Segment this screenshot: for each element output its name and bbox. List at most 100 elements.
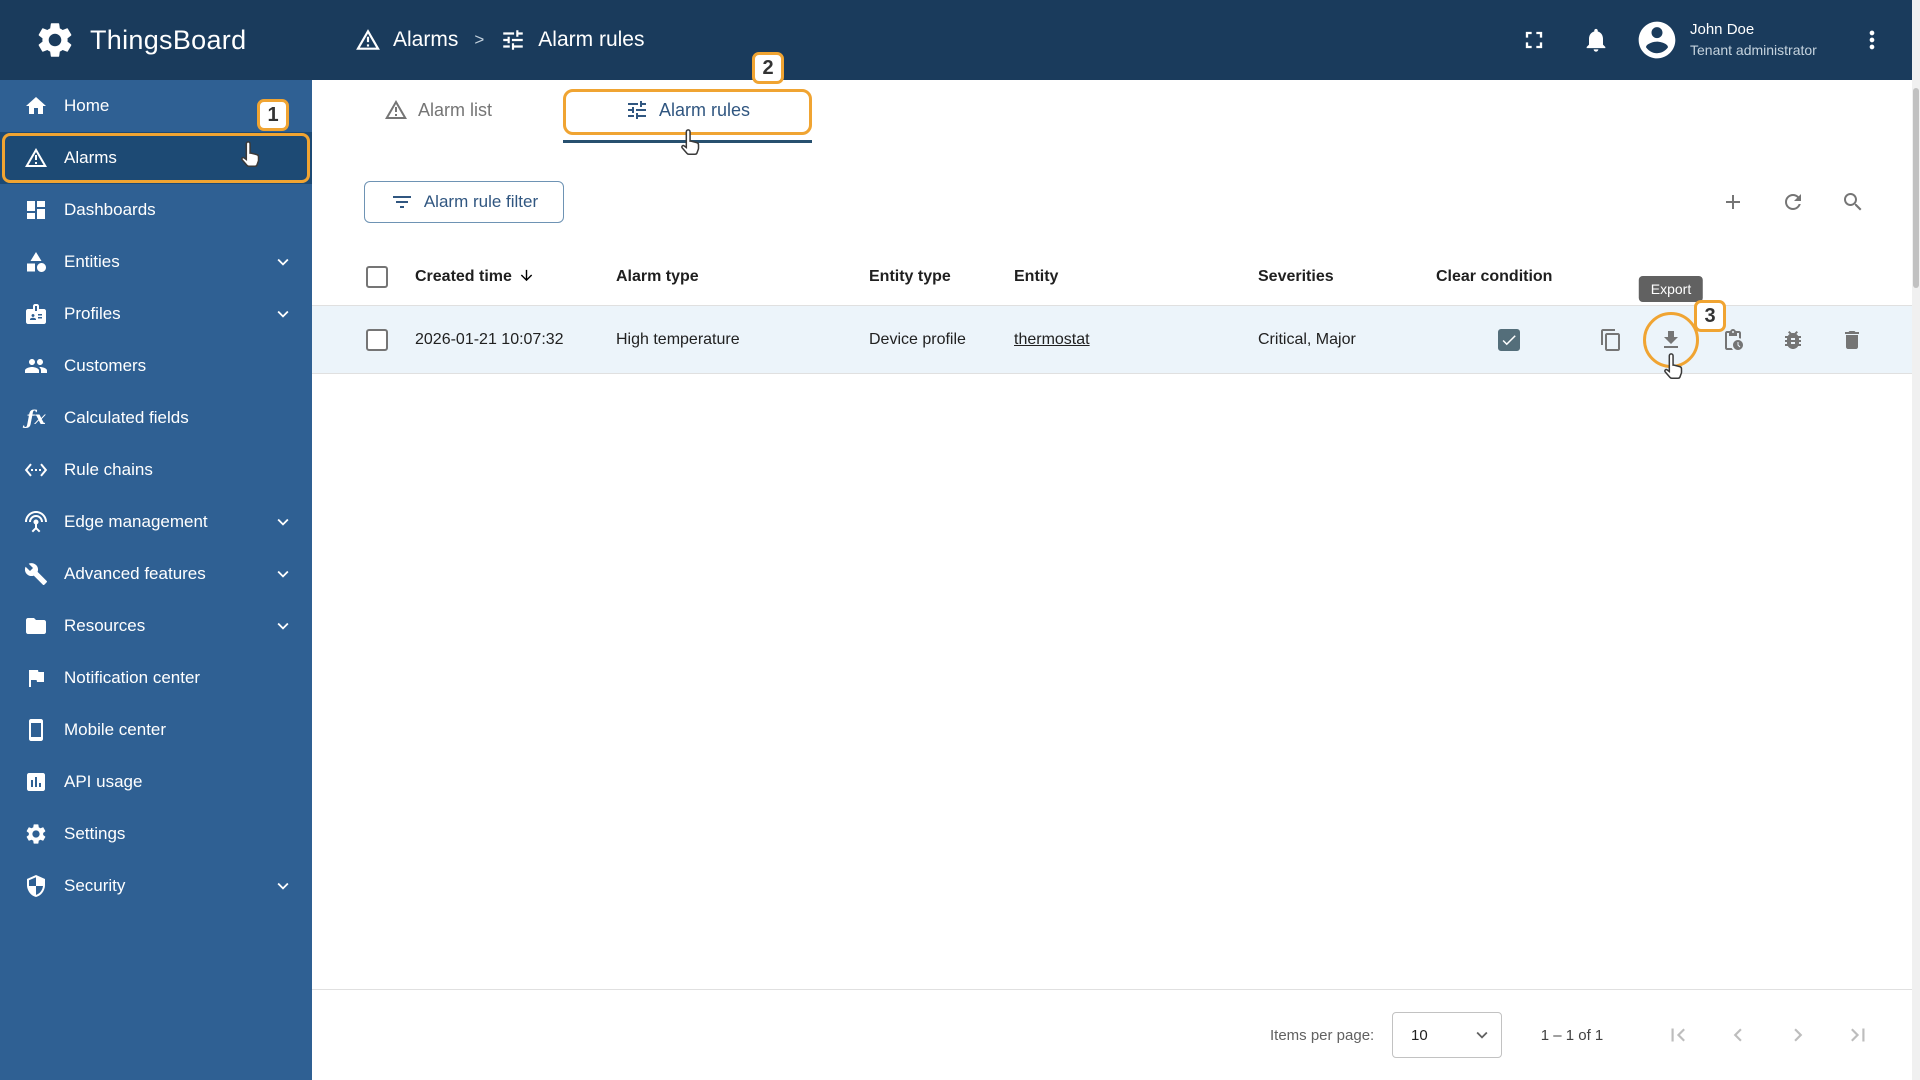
tab-alarm-list[interactable]: Alarm list [349,80,527,140]
fullscreen-button[interactable] [1520,26,1548,54]
sidebar-item-customers[interactable]: Customers [0,340,312,392]
avatar-icon [1635,18,1679,62]
breadcrumb-alarm-rules[interactable]: Alarm rules [538,28,644,52]
sidebar-item-label: Dashboards [64,200,156,219]
sort-descending-icon [518,267,535,284]
refresh-button[interactable] [1781,190,1805,214]
chevron-down-icon [272,251,294,273]
previous-page-button[interactable] [1725,1022,1751,1048]
alarm-schedule-button[interactable] [1721,328,1745,352]
annotation-step-1-badge: 1 [257,99,289,131]
sidebar-item-label: Rule chains [64,460,153,479]
user-name: John Doe [1690,21,1755,38]
items-per-page-value: 10 [1411,1026,1428,1044]
sidebar-item-notification-center[interactable]: Notification center [0,652,312,704]
smartphone-icon [24,718,48,742]
export-button[interactable] [1659,328,1683,352]
export-tooltip: Export [1638,276,1704,302]
cursor-pointer-icon [1659,352,1689,382]
sidebar-item-settings[interactable]: Settings [0,808,312,860]
column-alarm-type[interactable]: Alarm type [616,248,699,306]
chevron-down-icon [272,511,294,533]
column-entity-type[interactable]: Entity type [869,248,951,306]
sidebar-item-security[interactable]: Security [0,860,312,912]
thingsboard-logo-icon [34,19,76,61]
items-per-page-label: Items per page: [1270,1027,1375,1044]
sidebar-item-rule-chains[interactable]: Rule chains [0,444,312,496]
copy-button[interactable] [1599,328,1623,352]
items-per-page-select[interactable]: 10 [1392,1012,1502,1058]
sidebar-item-api-usage[interactable]: API usage [0,756,312,808]
user-role: Tenant administrator [1690,42,1817,58]
cell-severities: Critical, Major [1258,331,1356,348]
annotation-step-2-badge: 2 [752,52,784,84]
page-scrollbar[interactable] [1912,0,1920,1080]
rule-chains-icon [24,458,48,482]
tools-icon [24,562,48,586]
column-severities[interactable]: Severities [1258,248,1334,306]
sidebar-item-label: Alarms [64,148,117,167]
main-content: Alarm list Alarm rules Alarm rule filter [312,80,1912,1080]
fx-icon: ƒx [26,407,46,429]
debug-button[interactable] [1781,328,1805,352]
page-range-label: 1 – 1 of 1 [1540,1027,1604,1044]
plus-icon [1721,190,1745,214]
clear-condition-checkbox[interactable] [1498,329,1520,351]
column-created-time[interactable]: Created time [415,248,535,306]
customers-icon [24,354,48,378]
profiles-icon [24,302,48,326]
calendar-clock-icon [1721,328,1745,352]
warning-icon [24,146,48,170]
gear-icon [24,822,48,846]
column-clear-condition[interactable]: Clear condition [1436,248,1552,306]
first-page-button[interactable] [1665,1022,1691,1048]
sidebar-item-calculated-fields[interactable]: ƒx Calculated fields [0,392,312,444]
sidebar-item-dashboards[interactable]: Dashboards [0,184,312,236]
notifications-button[interactable] [1582,26,1610,54]
copy-icon [1599,328,1623,352]
sidebar-item-label: Mobile center [64,720,167,739]
cell-alarm-type: High temperature [616,331,740,348]
next-page-button[interactable] [1785,1022,1811,1048]
paginator: Items per page: 10 1 – 1 of 1 [312,989,1912,1080]
sidebar-item-edge-management[interactable]: Edge management [0,496,312,548]
last-page-icon [1845,1022,1871,1048]
flag-icon [24,666,48,690]
row-checkbox[interactable] [366,329,388,351]
sidebar-item-label: Security [64,876,126,895]
user-avatar[interactable] [1635,18,1679,62]
last-page-button[interactable] [1845,1022,1871,1048]
search-button[interactable] [1841,190,1865,214]
cursor-pointer-icon [676,128,706,158]
entity-link[interactable]: thermostat [1014,306,1090,374]
sidebar-item-profiles[interactable]: Profiles [0,288,312,340]
breadcrumb-alarms[interactable]: Alarms [393,28,458,52]
tune-icon [625,98,649,122]
sidebar-item-entities[interactable]: Entities [0,236,312,288]
first-page-icon [1665,1022,1691,1048]
user-info: John Doe Tenant administrator [1690,19,1817,61]
delete-button[interactable] [1840,328,1864,352]
sidebar-item-label: Entities [64,252,120,271]
sidebar-item-mobile-center[interactable]: Mobile center [0,704,312,756]
sidebar-item-advanced-features[interactable]: Advanced features [0,548,312,600]
scrollbar-thumb[interactable] [1913,88,1919,288]
app-logo: ThingsBoard [34,0,246,80]
sidebar-item-label: Edge management [64,512,208,531]
sidebar-item-label: Customers [64,356,147,375]
chevron-down-icon [272,615,294,637]
chevron-down-icon [272,303,294,325]
more-menu-button[interactable] [1858,26,1886,54]
refresh-icon [1781,190,1805,214]
add-button[interactable] [1721,190,1745,214]
folder-icon [24,614,48,638]
alarm-rule-filter-button[interactable]: Alarm rule filter [364,181,564,223]
breadcrumb: Alarms > Alarm rules [355,0,644,80]
trash-icon [1840,328,1864,352]
column-entity[interactable]: Entity [1014,248,1058,306]
fullscreen-icon [1520,26,1548,54]
cursor-pointer-icon [236,140,266,170]
chevron-down-icon [272,875,294,897]
select-all-checkbox[interactable] [366,266,388,288]
sidebar-item-resources[interactable]: Resources [0,600,312,652]
